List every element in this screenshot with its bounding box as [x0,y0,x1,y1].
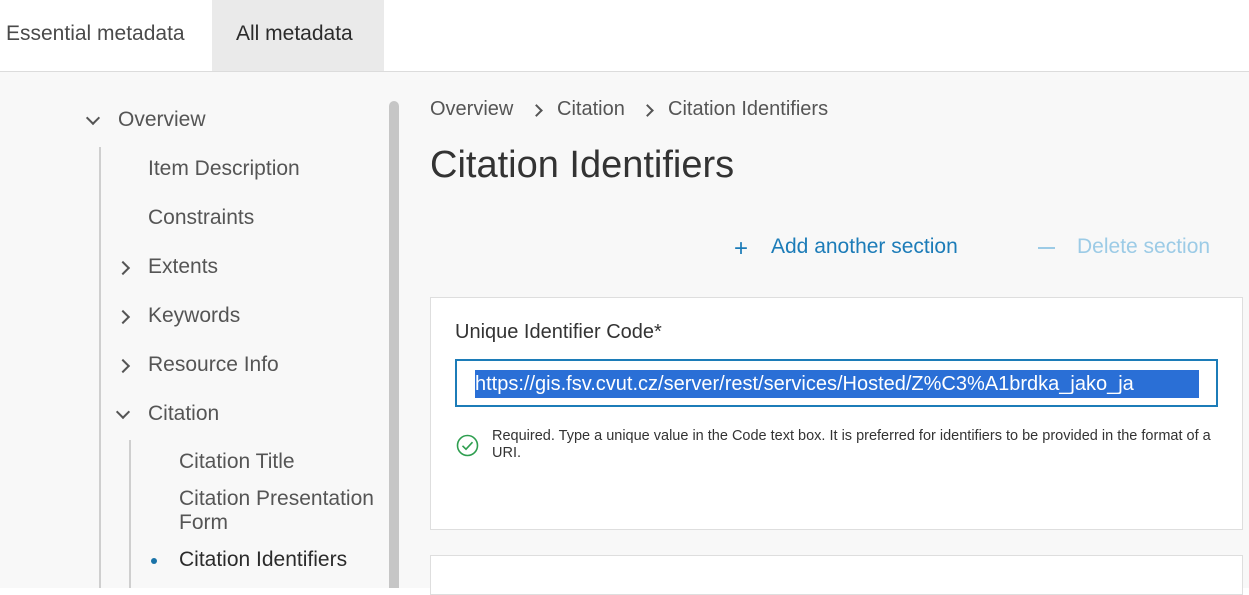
sidebar-item-label: Keywords [148,304,241,327]
sidebar-item-label: Resource Info [148,353,279,376]
sidebar-item-keywords[interactable]: Keywords [115,304,366,330]
chevron-down-icon [115,404,131,420]
sidebar-scrollbar[interactable] [389,101,399,588]
chevron-down-icon [85,110,101,126]
sidebar-item-citation-identifiers[interactable]: Citation Identifiers [150,548,370,574]
breadcrumb-citation[interactable]: Citation [557,98,625,121]
sidebar-item-label: Overview [118,108,206,131]
tree-line-citation [129,440,131,588]
sidebar-item-label: Citation [148,402,220,425]
check-circle-icon [456,434,479,462]
sidebar-item-label: Citation Presentation Form [179,487,374,534]
unique-identifier-code-label: Unique Identifier Code* [455,321,662,343]
sidebar-item-constraints[interactable]: Constraints [148,206,254,230]
sidebar-item-item-description[interactable]: Item Description [148,157,300,181]
unique-identifier-code-input[interactable]: https://gis.fsv.cvut.cz/server/rest/serv… [455,359,1218,407]
chevron-right-icon [115,309,131,325]
metadata-tabs: Essential metadata All metadata [0,0,1249,72]
sidebar-item-citation-presentation-form[interactable]: Citation Presentation Form [179,487,384,535]
chevron-right-icon [115,358,131,374]
delete-section-button[interactable]: Delete section [1077,235,1210,259]
minus-icon [1038,247,1055,249]
tree-line-overview [99,147,101,588]
tab-all-metadata[interactable]: All metadata [212,0,384,71]
next-card [430,555,1243,595]
sidebar-item-extents[interactable]: Extents [115,255,366,281]
breadcrumb-citation-identifiers: Citation Identifiers [668,98,829,120]
unique-identifier-code-value: https://gis.fsv.cvut.cz/server/rest/serv… [475,370,1199,398]
sidebar-item-resource-info[interactable]: Resource Info [115,353,366,379]
sidebar-item-label: Citation Title [179,450,295,473]
selected-bullet-icon [151,558,157,564]
sidebar-item-overview[interactable]: Overview [85,108,366,134]
field-hint: Required. Type a unique value in the Cod… [492,428,1211,461]
tab-essential-metadata[interactable]: Essential metadata [0,0,212,71]
add-section-button[interactable]: Add another section [771,235,958,259]
breadcrumb-overview[interactable]: Overview [430,98,513,121]
sidebar-item-label: Constraints [148,206,255,229]
sidebar-item-label: Extents [148,255,219,278]
sidebar-item-label: Citation Identifiers [179,548,348,571]
sidebar-item-label: Item Description [148,157,300,180]
sidebar-item-citation-title[interactable]: Citation Title [179,450,295,474]
page-title: Citation Identifiers [430,144,735,186]
chevron-right-icon [115,260,131,276]
sidebar-item-citation[interactable]: Citation [115,402,366,428]
plus-icon[interactable]: + [734,237,748,261]
